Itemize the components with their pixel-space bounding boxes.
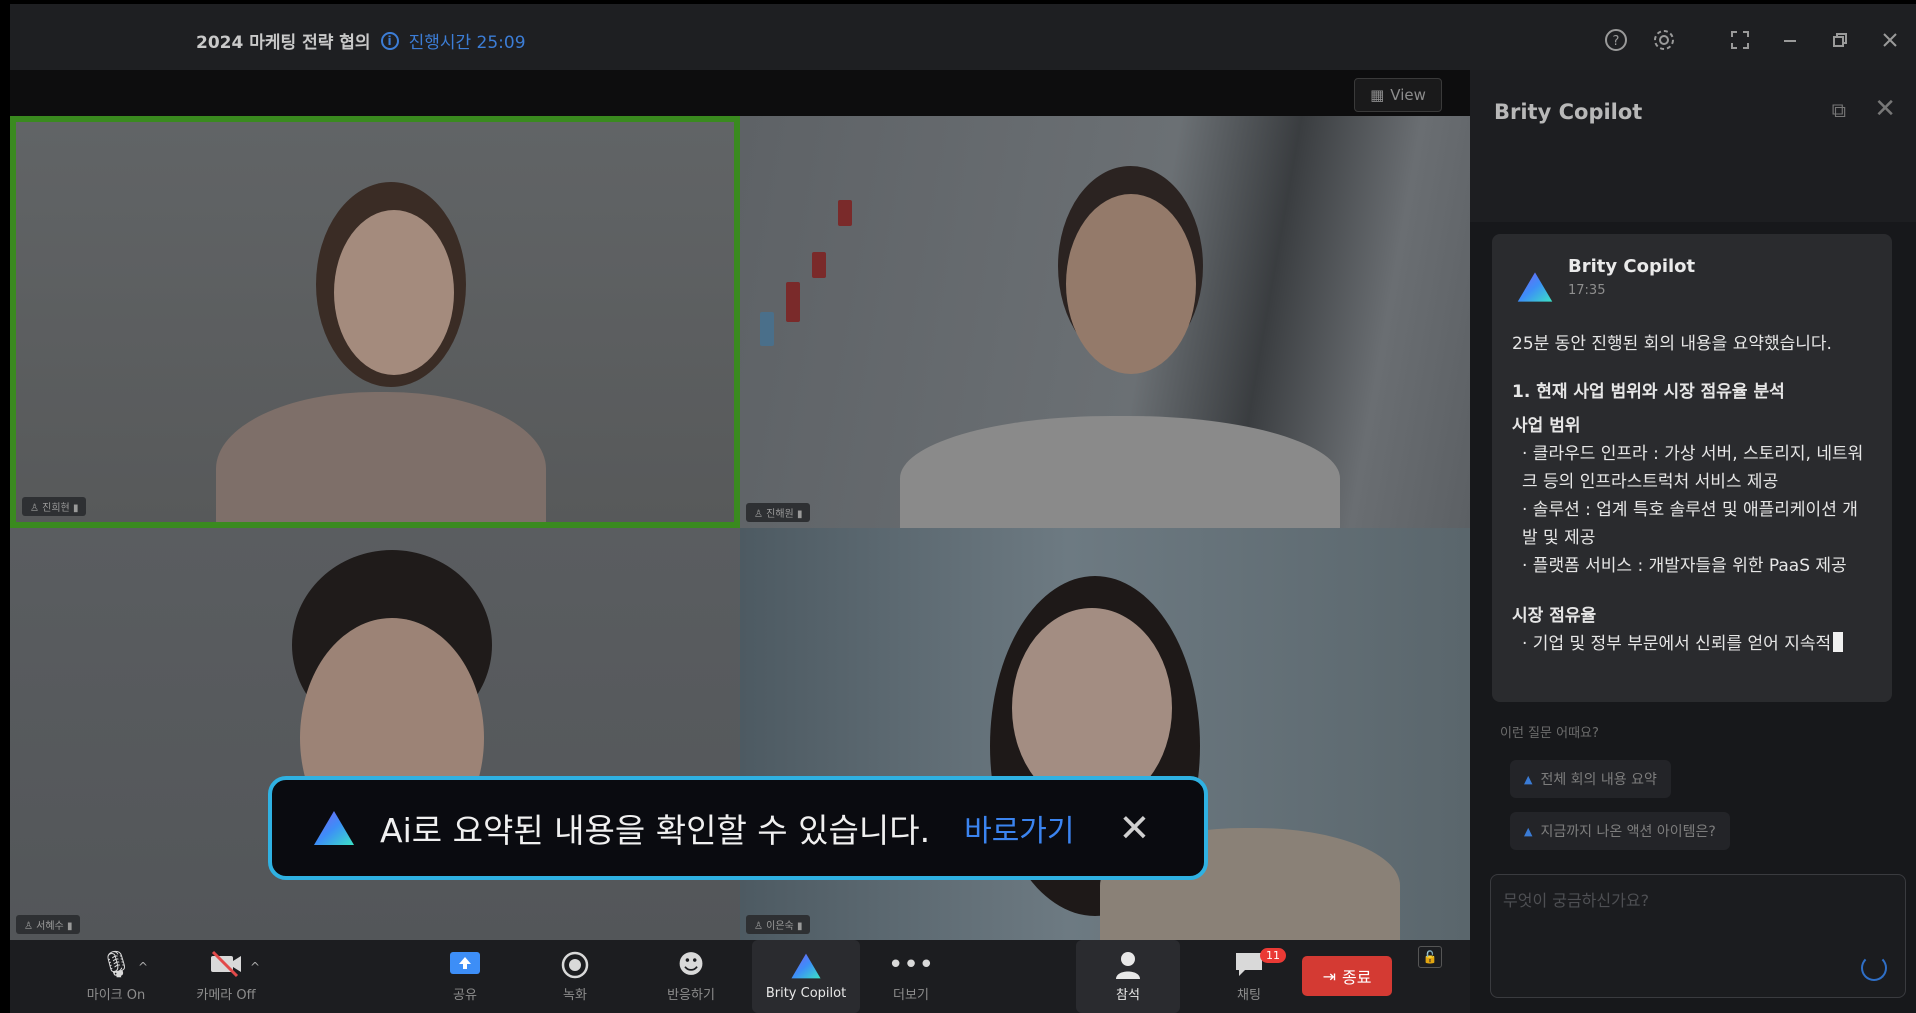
elapsed-time: 진행시간 25:09 bbox=[408, 33, 526, 53]
summary-intro: 25분 동안 진행된 회의 내용을 요약했습니다. bbox=[1512, 334, 1832, 354]
summary-bullet: · 솔루션 : 업계 특호 솔루션 및 애플리케이션 개발 및 제공 bbox=[1522, 500, 1858, 548]
end-meeting-button[interactable]: ⇥ 종료 bbox=[1302, 956, 1392, 996]
record-icon bbox=[560, 950, 590, 980]
meeting-toolbar: 🎙 마이크 On ^ 카메라 Off ^ 공유 녹화 ☻ 반응하기 Brity … bbox=[10, 940, 1470, 1013]
gear-icon[interactable] bbox=[1650, 26, 1678, 54]
meeting-title: 2024 마케팅 전략 협의 bbox=[196, 33, 371, 53]
camera-label: 카메라 Off bbox=[196, 988, 256, 1003]
svg-text:?: ? bbox=[1613, 34, 1620, 49]
summary-subheading: 사업 범위 bbox=[1512, 416, 1581, 436]
participants-label: 참석 bbox=[1116, 988, 1140, 1003]
microphone-icon: 🎙 bbox=[99, 950, 133, 980]
toast-go-link[interactable]: 바로가기 bbox=[964, 806, 1074, 850]
message-time: 17:35 bbox=[1568, 283, 1606, 298]
panel-title: Brity Copilot bbox=[1494, 100, 1643, 124]
info-icon[interactable]: i bbox=[380, 31, 399, 50]
share-screen-icon bbox=[448, 950, 482, 980]
mic-button[interactable]: 🎙 마이크 On bbox=[66, 940, 166, 1013]
typing-cursor bbox=[1833, 632, 1844, 652]
person-icon bbox=[1114, 950, 1142, 980]
help-circle-icon[interactable]: ? bbox=[1602, 26, 1630, 54]
question-input[interactable] bbox=[1503, 887, 1883, 947]
chart-decoration bbox=[838, 200, 852, 226]
chart-decoration bbox=[812, 252, 826, 278]
mic-label: 마이크 On bbox=[86, 988, 146, 1003]
triangle-icon: ▲ bbox=[1524, 824, 1533, 838]
participant-face bbox=[1066, 194, 1196, 374]
video-tile-active-speaker[interactable]: ♙ 진희현 ▮ bbox=[10, 116, 740, 528]
smile-icon: ☻ bbox=[677, 950, 705, 980]
copilot-panel: Brity Copilot ⧉ ✕ Brity Copilot 17:35 25… bbox=[1470, 70, 1916, 1013]
triangle-icon: ▲ bbox=[1524, 772, 1533, 786]
participants-button[interactable]: 참석 bbox=[1076, 940, 1180, 1013]
chat-unread-badge: 11 bbox=[1260, 948, 1286, 963]
record-button[interactable]: 녹화 bbox=[530, 940, 620, 1013]
message-sender: Brity Copilot bbox=[1568, 256, 1696, 277]
view-layout-button[interactable]: ▦ View bbox=[1354, 78, 1442, 112]
view-button-label: View bbox=[1390, 86, 1426, 104]
participant-name-tag: ♙ 이은숙 ▮ bbox=[746, 915, 811, 934]
chat-label: 채팅 bbox=[1237, 988, 1261, 1003]
meeting-info: 2024 마케팅 전략 협의 i 진행시간 25:09 bbox=[196, 28, 526, 53]
suggestion-chip[interactable]: ▲ 전체 회의 내용 요약 bbox=[1510, 760, 1671, 798]
copilot-message: Brity Copilot 17:35 25분 동안 진행된 회의 내용을 요약… bbox=[1492, 234, 1892, 702]
copilot-button[interactable]: Brity Copilot bbox=[752, 940, 860, 1013]
camera-off-icon bbox=[209, 950, 243, 980]
suggestion-text: 전체 회의 내용 요약 bbox=[1540, 772, 1657, 788]
copilot-label: Brity Copilot bbox=[765, 986, 847, 1001]
mic-options-caret-icon[interactable]: ^ bbox=[138, 960, 148, 974]
summary-bullet: · 클라우드 인프라 : 가상 서버, 스토리지, 네트워크 등의 인프라스트럭… bbox=[1522, 444, 1864, 492]
summary-bullet: · 플랫폼 서비스 : 개발자들을 위한 PaaS 제공 bbox=[1522, 556, 1847, 576]
lock-icon[interactable]: 🔓 bbox=[1418, 946, 1442, 968]
reaction-label: 반응하기 bbox=[667, 988, 715, 1003]
more-label: 더보기 bbox=[893, 988, 929, 1003]
title-bar: 2024 마케팅 전략 협의 i 진행시간 25:09 ? bbox=[10, 4, 1916, 70]
loading-spinner-icon bbox=[1861, 955, 1887, 981]
reaction-button[interactable]: ☻ 반응하기 bbox=[636, 940, 746, 1013]
more-button[interactable]: ••• 더보기 bbox=[866, 940, 956, 1013]
message-header: Brity Copilot 17:35 bbox=[1516, 256, 1872, 304]
chart-decoration bbox=[760, 312, 774, 346]
message-body: 25분 동안 진행된 회의 내용을 요약했습니다. 1. 현재 사업 범위와 시… bbox=[1512, 330, 1872, 658]
ai-summary-toast: Ai로 요약된 내용을 확인할 수 있습니다. 바로가기 ✕ bbox=[268, 776, 1208, 880]
brity-copilot-logo-icon bbox=[790, 952, 822, 982]
participant-body bbox=[900, 416, 1340, 528]
panel-header: Brity Copilot ⧉ ✕ bbox=[1470, 70, 1916, 222]
more-dots-icon: ••• bbox=[887, 950, 934, 980]
close-panel-icon[interactable]: ✕ bbox=[1874, 94, 1896, 124]
external-link-icon[interactable]: ⧉ bbox=[1832, 98, 1846, 122]
video-tile[interactable]: ♙ 진해원 ▮ bbox=[740, 116, 1470, 528]
camera-button[interactable]: 카메라 Off bbox=[176, 940, 276, 1013]
restore-icon[interactable] bbox=[1826, 26, 1854, 54]
suggestion-text: 지금까지 나온 액션 아이템은? bbox=[1540, 824, 1716, 840]
suggestion-label: 이런 질문 어때요? bbox=[1500, 726, 1599, 741]
toast-message: Ai로 요약된 내용을 확인할 수 있습니다. bbox=[380, 811, 931, 850]
close-window-icon[interactable] bbox=[1876, 26, 1904, 54]
summary-subheading: 시장 점유율 bbox=[1512, 606, 1597, 626]
question-input-box bbox=[1490, 874, 1906, 998]
record-label: 녹화 bbox=[563, 988, 587, 1003]
share-label: 공유 bbox=[453, 988, 477, 1003]
brity-copilot-logo-icon bbox=[314, 811, 354, 845]
minimize-icon[interactable] bbox=[1776, 26, 1804, 54]
participant-face bbox=[334, 210, 454, 375]
exit-icon: ⇥ bbox=[1322, 966, 1336, 986]
end-label: 종료 bbox=[1341, 968, 1372, 987]
fullscreen-icon[interactable] bbox=[1726, 26, 1754, 54]
grid-layout-icon: ▦ bbox=[1370, 86, 1385, 104]
chart-decoration bbox=[786, 282, 800, 322]
participant-name-tag: ♙ 진희현 ▮ bbox=[22, 497, 87, 516]
participant-name-tag: ♙ 서혜수 ▮ bbox=[16, 915, 81, 934]
summary-section-title: 1. 현재 사업 범위와 시장 점유율 분석 bbox=[1512, 382, 1785, 402]
participant-body bbox=[216, 392, 546, 522]
participant-name-tag: ♙ 진해원 ▮ bbox=[746, 503, 811, 522]
share-button[interactable]: 공유 bbox=[420, 940, 510, 1013]
brity-copilot-logo-icon bbox=[1517, 272, 1553, 302]
suggestion-chip[interactable]: ▲ 지금까지 나온 액션 아이템은? bbox=[1510, 812, 1730, 850]
close-icon[interactable]: ✕ bbox=[1119, 809, 1151, 847]
camera-options-caret-icon[interactable]: ^ bbox=[250, 960, 260, 974]
summary-bullet-streaming: · 기업 및 정부 부문에서 신뢰를 얻어 지속적 bbox=[1512, 630, 1872, 658]
